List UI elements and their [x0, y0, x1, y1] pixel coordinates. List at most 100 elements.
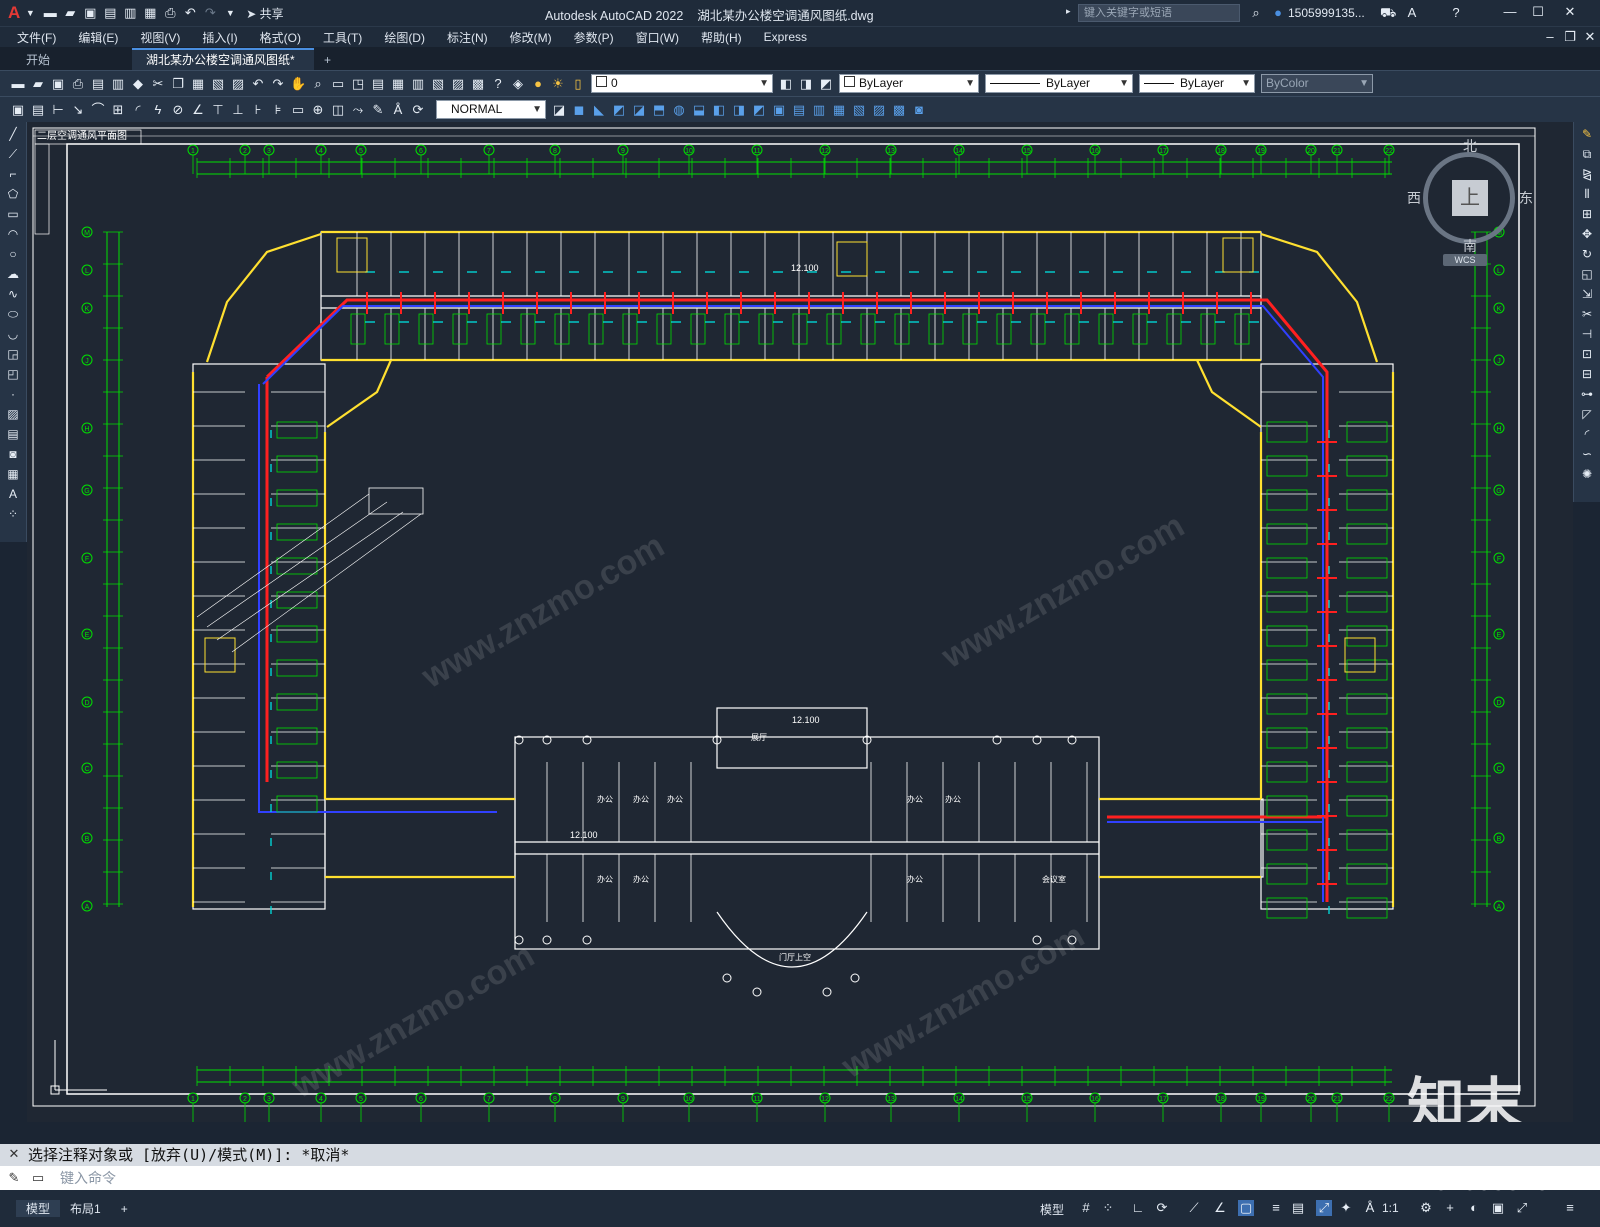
dimension-text-edit-icon[interactable]: Å: [390, 102, 406, 118]
redo-icon-2[interactable]: ↷: [270, 76, 286, 92]
share-button[interactable]: ➤ 共享: [246, 5, 283, 22]
hatch-icon[interactable]: ▨: [5, 406, 21, 422]
workspace-switch-icon[interactable]: ⚙: [1418, 1200, 1434, 1216]
plotstyle-dropdown[interactable]: ByColor ▼: [1261, 74, 1373, 93]
blend-curves-icon[interactable]: ∽: [1579, 446, 1595, 462]
open-folder-icon[interactable]: ▰: [62, 5, 78, 21]
tool-palettes-icon[interactable]: ▥: [410, 76, 426, 92]
block-editor-icon[interactable]: ▨: [230, 76, 246, 92]
minimize-icon[interactable]: —: [1502, 4, 1518, 20]
3d-dwf-icon[interactable]: ◆: [130, 76, 146, 92]
undo-icon-2[interactable]: ↶: [250, 76, 266, 92]
construction-line-icon[interactable]: ⟋: [5, 146, 21, 162]
menu-modify[interactable]: 修改(M): [499, 29, 563, 46]
dimstyle-dropdown[interactable]: NORMAL ▼: [436, 100, 546, 119]
slice-icon[interactable]: ⬓: [691, 102, 707, 118]
help-icon-2[interactable]: ?: [490, 76, 506, 92]
save-icon[interactable]: ▣: [82, 5, 98, 21]
doc-minimize-icon[interactable]: –: [1542, 29, 1558, 45]
subtract-icon[interactable]: ◪: [631, 102, 647, 118]
qnew-icon[interactable]: ▬: [10, 76, 26, 92]
materials-icon[interactable]: ▨: [871, 102, 887, 118]
help-search-input[interactable]: 键入关键字或短语: [1078, 4, 1240, 22]
viewcube-south[interactable]: 南: [1463, 236, 1477, 256]
menu-edit[interactable]: 编辑(E): [67, 29, 129, 46]
app-menu-arrow-icon[interactable]: ▼: [22, 5, 38, 21]
trim-icon[interactable]: ✂: [1579, 306, 1595, 322]
help-icon[interactable]: ?: [1448, 5, 1464, 21]
layer-on-icon[interactable]: ●: [530, 76, 546, 92]
save-icon-2[interactable]: ▣: [50, 76, 66, 92]
diameter-dimension-icon[interactable]: ⊘: [170, 102, 186, 118]
autocad-logo-icon[interactable]: A: [8, 3, 20, 23]
layer-freeze-icon[interactable]: ☀: [550, 76, 566, 92]
customize-qat-icon[interactable]: ▼: [222, 5, 238, 21]
command-wrench-icon[interactable]: ✎: [6, 1170, 22, 1186]
menu-draw[interactable]: 绘图(D): [373, 29, 436, 46]
user-name[interactable]: 1505999135...: [1288, 6, 1365, 20]
circle-icon[interactable]: ○: [5, 246, 21, 262]
tab-drawing[interactable]: 湖北某办公楼空调通风图纸* ✕: [132, 48, 314, 87]
tolerance-icon[interactable]: ▭: [290, 102, 306, 118]
viewcube[interactable]: 上 北 南 西 东 WCS: [1407, 136, 1537, 266]
layer-properties-icon[interactable]: ◈: [510, 76, 526, 92]
union-icon[interactable]: ◩: [611, 102, 627, 118]
transparency-icon[interactable]: ▤: [1290, 1200, 1306, 1216]
dimension-edit-icon[interactable]: ✎: [370, 102, 386, 118]
menu-parametric[interactable]: 参数(P): [563, 29, 625, 46]
join-icon[interactable]: ⊶: [1579, 386, 1595, 402]
viewcube-top-face[interactable]: 上: [1452, 180, 1488, 216]
doc-close-icon[interactable]: ✕: [1582, 29, 1598, 45]
user-icon[interactable]: ●: [1270, 5, 1286, 21]
command-close-icon[interactable]: ✕: [6, 1146, 22, 1162]
viewcube-west[interactable]: 西: [1407, 188, 1421, 208]
dimstyle-manager-icon[interactable]: ◪: [551, 102, 567, 118]
customize-status-icon[interactable]: ≡: [1562, 1200, 1578, 1216]
annotation-visibility-icon[interactable]: Å: [1362, 1200, 1378, 1216]
layout-tab-model[interactable]: 模型: [16, 1200, 61, 1217]
multiline-text-icon[interactable]: A: [5, 486, 21, 502]
box-icon[interactable]: ◼: [571, 102, 587, 118]
command-line[interactable]: ✎ ▭ 键入命令: [0, 1166, 1600, 1190]
sheet-set-icon[interactable]: ▧: [430, 76, 446, 92]
cut-icon[interactable]: ✂: [150, 76, 166, 92]
center-mark-icon[interactable]: ⊕: [310, 102, 326, 118]
baseline-dimension-icon[interactable]: ⊥: [230, 102, 246, 118]
hardware-accel-icon[interactable]: ▣: [1490, 1200, 1506, 1216]
layout-tab-layout1[interactable]: 布局1: [60, 1200, 111, 1217]
viewcube-north[interactable]: 北: [1463, 136, 1477, 156]
lights-icon[interactable]: ▩: [891, 102, 907, 118]
make-block-icon[interactable]: ◰: [5, 366, 21, 382]
arc-icon[interactable]: ◠: [5, 226, 21, 242]
color-dropdown[interactable]: ByLayer ▼: [839, 74, 979, 93]
move-icon[interactable]: ✥: [1579, 226, 1595, 242]
scale-icon[interactable]: ◱: [1579, 266, 1595, 282]
polar-icon[interactable]: ⟳: [1154, 1200, 1170, 1216]
make-current-icon[interactable]: ◧: [778, 76, 794, 92]
layer-previous-icon[interactable]: ◨: [798, 76, 814, 92]
break-point-icon[interactable]: ⊡: [1579, 346, 1595, 362]
section-icon[interactable]: ◧: [711, 102, 727, 118]
zoom-realtime-icon[interactable]: ⌕: [310, 76, 326, 92]
add-selected-icon[interactable]: ⁘: [5, 506, 21, 522]
tab-start[interactable]: 开始: [10, 50, 130, 70]
osnap-icon[interactable]: ▢: [1238, 1200, 1254, 1216]
separate-icon[interactable]: ▤: [791, 102, 807, 118]
arc-length-icon[interactable]: ⌒: [90, 102, 106, 118]
inspection-icon[interactable]: ◫: [330, 102, 346, 118]
radius-dimension-icon[interactable]: ◜: [130, 102, 146, 118]
continue-dimension-icon[interactable]: ⊦: [250, 102, 266, 118]
search-icon[interactable]: ⌕: [1248, 5, 1264, 21]
publish-icon[interactable]: ▥: [122, 5, 138, 21]
point-icon[interactable]: ·: [5, 386, 21, 402]
menu-insert[interactable]: 插入(I): [191, 29, 248, 46]
menu-tools[interactable]: 工具(T): [312, 29, 373, 46]
model-space-button[interactable]: 模型: [1040, 1201, 1064, 1218]
revolve-icon[interactable]: ◍: [671, 102, 687, 118]
clean-icon[interactable]: ▥: [811, 102, 827, 118]
redo-icon[interactable]: ↷: [202, 5, 218, 21]
angular-dimension-icon[interactable]: ∠: [190, 102, 206, 118]
command-input[interactable]: 键入命令: [60, 1170, 116, 1186]
layer-dropdown[interactable]: 0 ▼: [591, 74, 773, 93]
pan-icon[interactable]: ✋: [290, 76, 306, 92]
